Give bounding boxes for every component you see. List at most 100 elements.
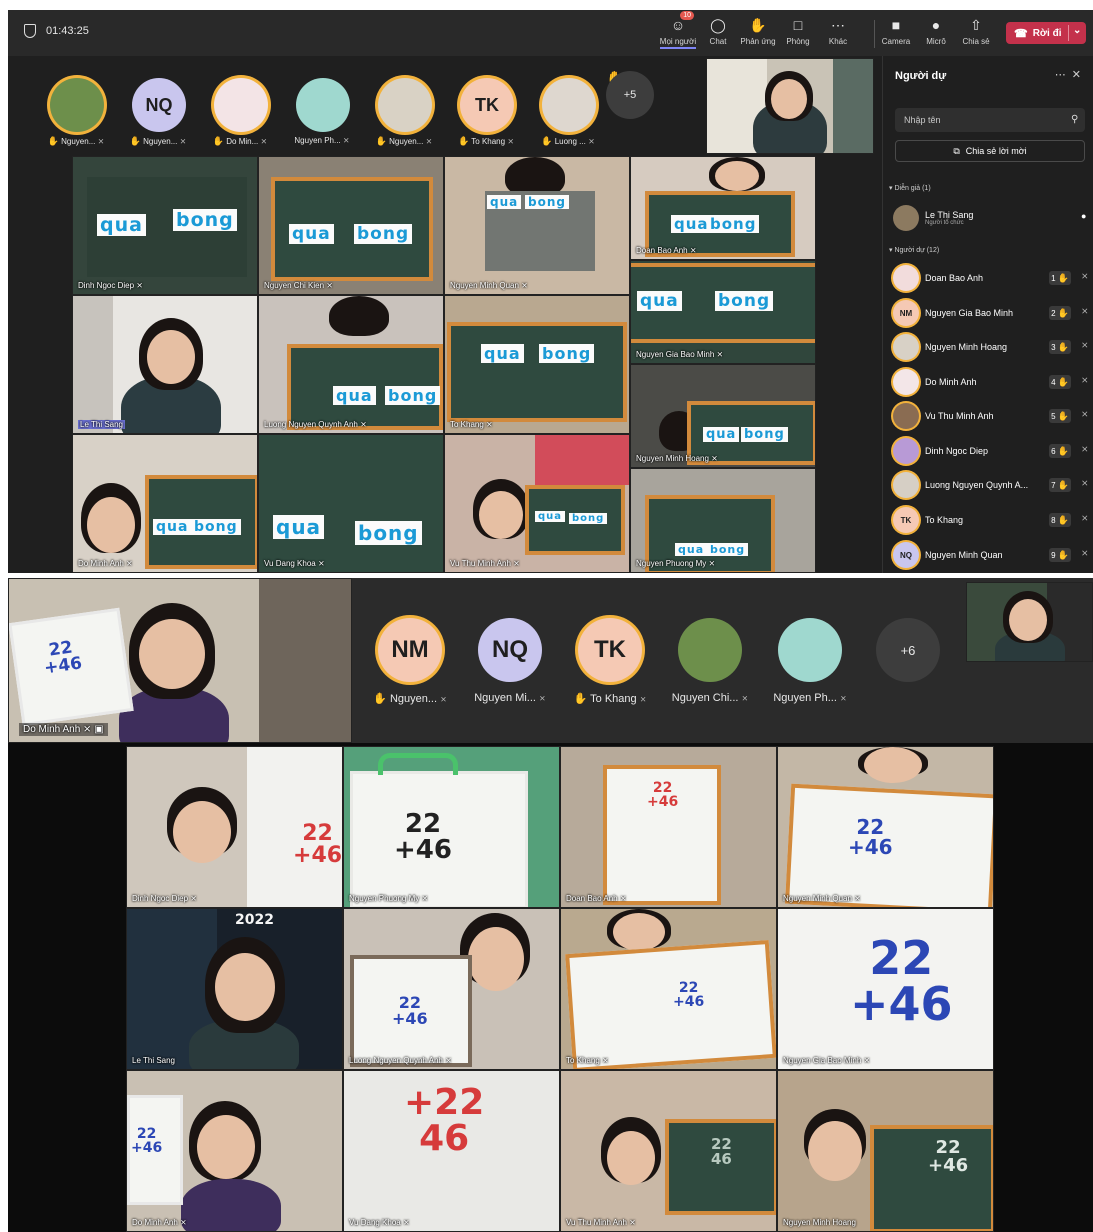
- video-tile[interactable]: 22 +46 Nguyen Gia Bao Minh ⨯: [777, 908, 994, 1070]
- mic-off-icon: ⨯: [588, 137, 595, 146]
- attendee-row[interactable]: Vu Thu Minh Anh 5 ✋ ⨯: [893, 402, 1093, 430]
- video-tile[interactable]: qua bong Nguyen Gia Bao Minh ⨯: [630, 260, 816, 364]
- more-icon: ⋯: [831, 16, 845, 33]
- video-tile[interactable]: qua bong Nguyen Minh Hoang ⨯: [630, 364, 816, 468]
- video-tile[interactable]: 22 +46 Nguyen Phuong My ⨯: [343, 746, 560, 908]
- mic-off-icon: ⨯: [521, 281, 528, 290]
- attendees-section-header[interactable]: ▾ Người dự (12): [889, 246, 939, 254]
- more-participants-button[interactable]: +5: [606, 71, 654, 119]
- mic-off-icon: ⨯: [486, 420, 493, 429]
- attendee-row[interactable]: Do Minh Anh 4 ✋ ⨯: [893, 368, 1093, 396]
- avatar: [893, 438, 919, 464]
- video-tile[interactable]: qua bong Nguyen Minh Quan ⨯: [444, 156, 630, 295]
- pin-icon[interactable]: ▣: [94, 724, 103, 735]
- video-tile[interactable]: 22 +46 Do Minh Anh ⨯: [126, 1070, 343, 1232]
- video-tile[interactable]: qua bong Nguyen Chi Kien ⨯: [258, 156, 444, 295]
- attendee-row[interactable]: TK To Khang 8 ✋ ⨯: [893, 506, 1093, 534]
- video-tile[interactable]: 22 46 Vu Thu Minh Anh ⨯: [560, 1070, 777, 1232]
- video-tile[interactable]: +22 46 Vu Dang Khoa ⨯: [343, 1070, 560, 1232]
- video-tile[interactable]: qua bong Doan Bao Anh ⨯: [630, 156, 816, 260]
- strip-participant[interactable]: ✋ Luong ... ⨯: [527, 68, 609, 148]
- raised-hand-icon: ✋: [1057, 272, 1069, 283]
- attendee-row[interactable]: Dinh Ngoc Diep 6 ✋ ⨯: [893, 437, 1093, 465]
- video-tile[interactable]: 2022 Le Thi Sang: [126, 908, 343, 1070]
- mic-button[interactable]: ● Micrô: [914, 16, 958, 54]
- mic-label: Micrô: [926, 37, 946, 46]
- strip-participant[interactable]: TK ✋ To Khang ⨯: [445, 68, 527, 148]
- mic-off-icon: ⨯: [190, 894, 197, 903]
- more-options-icon[interactable]: ⋯: [1055, 69, 1072, 81]
- strip-participant[interactable]: TK ✋ To Khang ⨯: [560, 604, 660, 714]
- video-tile[interactable]: 22 +46 Dinh Ngoc Diep ⨯: [126, 746, 343, 908]
- rooms-icon: □: [793, 17, 803, 33]
- participant-name-label: ✋ Luong ... ⨯: [527, 136, 609, 147]
- handwritten-number: 22 +46: [392, 993, 428, 1028]
- presenter-role: Người tổ chức: [925, 220, 964, 226]
- video-tile[interactable]: 22 +46 To Khang ⨯: [560, 908, 777, 1070]
- camera-button[interactable]: ■ Camera: [874, 16, 918, 54]
- video-tile[interactable]: Le Thi Sang: [72, 295, 258, 434]
- self-view-video[interactable]: [966, 582, 1093, 662]
- avatar: NQ: [132, 78, 186, 132]
- pinned-video[interactable]: 22 +46 Do Minh Anh ⨯ ▣: [8, 578, 352, 743]
- attendee-row[interactable]: Luong Nguyen Quynh A... 7 ✋ ⨯: [893, 471, 1093, 499]
- video-tile[interactable]: 22 +46 Nguyen Minh Quan ⨯: [777, 746, 994, 908]
- attendee-row[interactable]: NM Nguyen Gia Bao Minh 2 ✋ ⨯: [893, 299, 1093, 327]
- mic-off-icon: ⨯: [708, 559, 716, 568]
- video-tile[interactable]: 22 +46 Nguyen Minh Hoang: [777, 1070, 994, 1232]
- video-tile[interactable]: 22 +46 Doan Bao Anh ⨯: [560, 746, 777, 908]
- raised-hand-icon: ✋: [1057, 445, 1069, 456]
- video-tile[interactable]: qua bong Vu Thu Minh Anh ⨯: [444, 434, 630, 573]
- strip-participant[interactable]: ✋ Do Min... ⨯: [199, 68, 281, 148]
- chat-button[interactable]: ◯ Chat: [696, 16, 740, 54]
- mic-off-icon: ⨯: [1081, 306, 1089, 316]
- share-invite-label: Chia sẻ lời mời: [965, 146, 1027, 156]
- mic-off-icon: ⨯: [421, 894, 429, 903]
- avatar: [778, 618, 842, 682]
- video-tile[interactable]: 22 +46 Luong Nguyen Quynh Anh ⨯: [343, 908, 560, 1070]
- tile-caption: Do Minh Anh ⨯: [78, 559, 133, 568]
- strip-participant[interactable]: NQ ✋ Nguyen... ⨯: [117, 68, 199, 148]
- strip-participant[interactable]: ✋ Nguyen... ⨯: [363, 68, 445, 148]
- presenter-name: Le Thi Sang: [925, 210, 974, 220]
- strip-participant[interactable]: NM ✋ Nguyen... ⨯: [360, 604, 460, 714]
- mic-off-icon: ⨯: [1081, 548, 1089, 558]
- more-participants-button[interactable]: +6: [876, 618, 940, 682]
- share-button[interactable]: ⇧ Chia sẻ: [954, 16, 998, 54]
- mic-off-icon: ⨯: [602, 1056, 609, 1065]
- attendee-row[interactable]: NQ Nguyen Minh Quan 9 ✋ ⨯: [893, 541, 1093, 569]
- participant-search-input[interactable]: [895, 108, 1085, 132]
- video-tile[interactable]: qua bong Luong Nguyen Quynh Anh ⨯: [258, 295, 444, 434]
- syllable-card: qua: [671, 215, 712, 233]
- strip-participant[interactable]: Nguyen Ph... ⨯: [760, 604, 860, 714]
- presenter-row[interactable]: Le Thi Sang Người tổ chức ●: [893, 204, 1093, 232]
- camera-label: Camera: [881, 37, 911, 46]
- tile-caption: Nguyen Minh Hoang ⨯: [636, 454, 718, 463]
- strip-participant[interactable]: Nguyen Ph... ⨯: [281, 68, 363, 148]
- reactions-button[interactable]: ✋ Phản ứng: [736, 16, 780, 54]
- more-button[interactable]: ⋯ Khác: [816, 16, 860, 54]
- attendee-row[interactable]: Doan Bao Anh 1 ✋ ⨯: [893, 264, 1093, 292]
- avatar: TK: [578, 618, 642, 682]
- mic-off-icon: ⨯: [539, 694, 546, 703]
- rooms-button[interactable]: □ Phòng: [776, 16, 820, 54]
- video-tile[interactable]: qua bong Nguyen Phuong My ⨯: [630, 468, 816, 573]
- chevron-down-icon[interactable]: ⌄: [1073, 25, 1081, 36]
- strip-participant[interactable]: NQ Nguyen Mi... ⨯: [460, 604, 560, 714]
- leave-button[interactable]: ☎ Rời đi ⌄: [1006, 22, 1086, 44]
- tile-caption: Luong Nguyen Quynh Anh ⨯: [264, 420, 367, 429]
- share-invite-button[interactable]: ⧉ Chia sẻ lời mời: [895, 140, 1085, 162]
- video-tile[interactable]: qua bong Vu Dang Khoa ⨯: [258, 434, 444, 573]
- people-label: Mọi người: [659, 37, 697, 49]
- self-view-video[interactable]: [706, 58, 874, 154]
- attendee-row[interactable]: Nguyen Minh Hoang 3 ✋ ⨯: [893, 333, 1093, 361]
- people-button[interactable]: ☺ 10 Mọi người: [656, 11, 700, 54]
- tile-caption: Vu Dang Khoa ⨯: [264, 559, 325, 568]
- presenters-section-header[interactable]: ▾ Diễn giả (1): [889, 184, 931, 192]
- close-icon[interactable]: ✕: [1072, 69, 1087, 81]
- strip-participant[interactable]: ✋ Nguyen... ⨯: [35, 68, 117, 148]
- video-tile[interactable]: qua bong Dinh Ngoc Diep ⨯: [72, 156, 258, 295]
- video-tile[interactable]: qua bong To Khang ⨯: [444, 295, 630, 434]
- video-tile[interactable]: qua bong Do Minh Anh ⨯: [72, 434, 258, 573]
- strip-participant[interactable]: Nguyen Chi... ⨯: [660, 604, 760, 714]
